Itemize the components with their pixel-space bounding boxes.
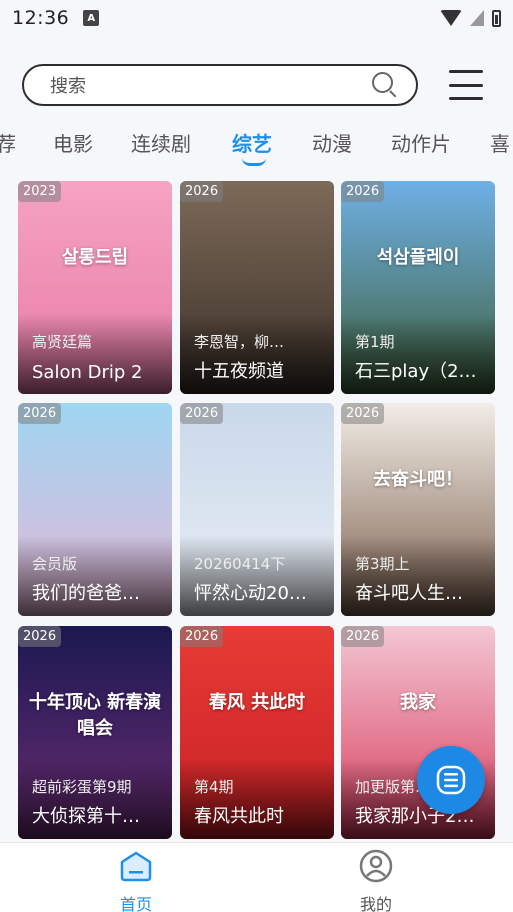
card-title: 大侦探第十… bbox=[32, 806, 140, 827]
status-indicators bbox=[440, 9, 501, 27]
tab-movies[interactable]: 电影 bbox=[53, 128, 93, 157]
home-icon bbox=[120, 851, 152, 882]
card-title: 石三play（2… bbox=[355, 361, 477, 382]
card-subtitle: 高贤廷篇 bbox=[32, 333, 93, 351]
card-subtitle: 李恩智，柳… bbox=[194, 333, 285, 351]
search-bar[interactable]: 搜索 bbox=[22, 64, 418, 106]
year-badge: 2023 bbox=[18, 181, 62, 202]
poster-logo-text: 春风 共此时 bbox=[208, 692, 306, 713]
poster-logo-text: 十年顶心 新春演唱会 bbox=[28, 692, 162, 739]
notification-app-icon: A bbox=[83, 10, 100, 26]
nav-profile[interactable]: 我的 bbox=[336, 849, 416, 912]
category-tabs: 荐 电影 连续剧 综艺 动漫 动作片 喜 bbox=[0, 122, 513, 170]
search-input[interactable]: 搜索 bbox=[50, 72, 372, 98]
year-badge: 2026 bbox=[341, 626, 385, 647]
nav-home-label: 首页 bbox=[119, 895, 152, 912]
video-card[interactable]: 2026 会员版我们的爸爸… bbox=[18, 403, 172, 616]
tab-anime[interactable]: 动漫 bbox=[312, 128, 352, 157]
video-card[interactable]: 2026 李恩智，柳… 十五夜频道 bbox=[180, 181, 334, 394]
card-subtitle: 第1期 bbox=[355, 333, 395, 351]
tab-series[interactable]: 连续剧 bbox=[131, 128, 191, 157]
video-card[interactable]: 2026 20260414下怦然心动20… bbox=[180, 403, 334, 616]
list-icon bbox=[436, 765, 466, 795]
card-subtitle: 超前彩蛋第9期 bbox=[32, 778, 132, 796]
video-card[interactable]: 석삼플레이 2026 第1期石三play（2… bbox=[341, 181, 495, 394]
floating-list-button[interactable] bbox=[417, 746, 485, 814]
active-tab-indicator bbox=[242, 158, 266, 166]
card-title: 怦然心动20… bbox=[194, 583, 307, 604]
card-title: 奋斗吧人生… bbox=[355, 583, 463, 604]
year-badge: 2026 bbox=[18, 626, 62, 647]
card-subtitle: 第3期上 bbox=[355, 555, 410, 573]
poster-logo-text: 去奋斗吧！ bbox=[373, 469, 463, 490]
menu-icon[interactable] bbox=[449, 70, 483, 100]
tab-recommend[interactable]: 荐 bbox=[0, 128, 16, 157]
video-card[interactable]: 十年顶心 新春演唱会 2026 超前彩蛋第9期 大侦探第十… bbox=[18, 626, 172, 839]
card-title: Salon Drip 2 bbox=[32, 362, 143, 383]
year-badge: 2026 bbox=[180, 403, 224, 424]
poster-logo-text: 석삼플레이 bbox=[376, 247, 460, 268]
year-badge: 2026 bbox=[180, 181, 224, 202]
nav-home[interactable]: 首页 bbox=[96, 849, 176, 912]
video-card[interactable]: 去奋斗吧！ 2026 第3期上奋斗吧人生… bbox=[341, 403, 495, 616]
year-badge: 2026 bbox=[341, 181, 385, 202]
card-title: 我们的爸爸… bbox=[32, 583, 140, 604]
poster-logo-text: 我家 bbox=[400, 692, 436, 713]
cell-signal-icon bbox=[470, 10, 484, 26]
video-card[interactable]: 春风 共此时 2026 第4期春风共此时 bbox=[180, 626, 334, 839]
tab-action[interactable]: 动作片 bbox=[391, 128, 451, 157]
profile-icon bbox=[359, 849, 393, 883]
year-badge: 2026 bbox=[341, 403, 385, 424]
card-subtitle: 20260414下 bbox=[194, 555, 286, 573]
status-bar: 12:36 A bbox=[0, 0, 513, 36]
year-badge: 2026 bbox=[180, 626, 224, 647]
video-card[interactable]: 我家 2026 加更版第… 我家那小子2… bbox=[341, 626, 495, 839]
wifi-icon bbox=[440, 10, 462, 26]
battery-icon bbox=[492, 9, 501, 27]
video-card[interactable]: 살롱드립 2023 高贤廷篇 Salon Drip 2 bbox=[18, 181, 172, 394]
card-title: 春风共此时 bbox=[194, 806, 284, 827]
search-icon[interactable] bbox=[372, 72, 398, 98]
status-time: 12:36 bbox=[12, 7, 70, 29]
tab-variety[interactable]: 综艺 bbox=[232, 128, 272, 157]
poster-logo-text: 살롱드립 bbox=[61, 247, 129, 268]
card-title: 十五夜频道 bbox=[194, 361, 284, 382]
tab-comedy[interactable]: 喜 bbox=[490, 128, 510, 157]
nav-profile-label: 我的 bbox=[359, 895, 392, 912]
year-badge: 2026 bbox=[18, 403, 62, 424]
card-subtitle: 第4期 bbox=[194, 778, 234, 796]
bottom-navigation: 首页 我的 bbox=[0, 842, 513, 912]
card-subtitle: 会员版 bbox=[32, 555, 78, 573]
